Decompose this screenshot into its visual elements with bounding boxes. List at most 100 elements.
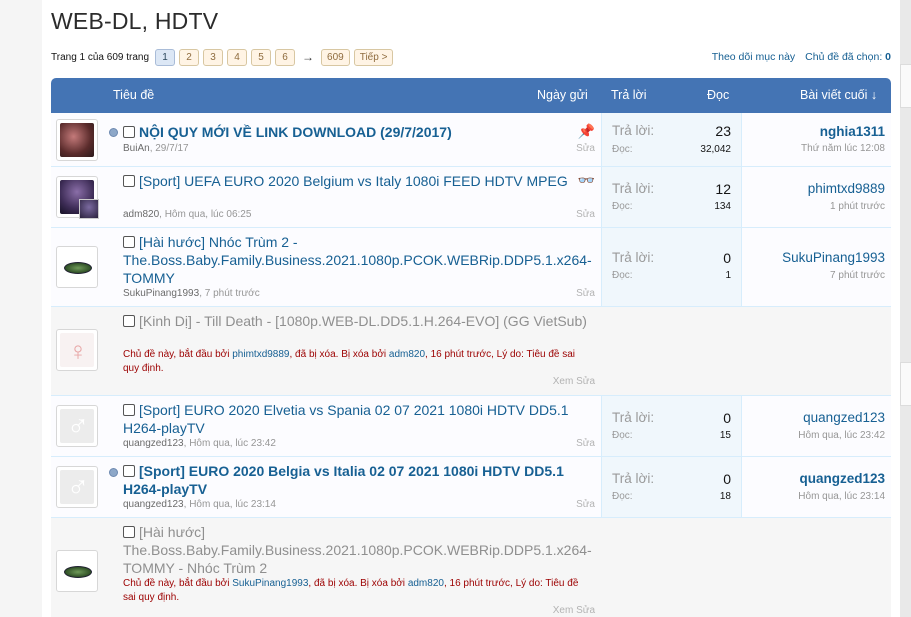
male-icon: ♂: [66, 471, 90, 504]
last-poster-link[interactable]: phimtxd9889: [808, 181, 885, 196]
next-page-button[interactable]: Tiếp >: [353, 48, 394, 66]
thread-start-date: 29/7/17: [155, 143, 189, 154]
avatar[interactable]: [56, 176, 99, 219]
views-label: Đọc:: [612, 491, 633, 502]
thread-select-checkbox[interactable]: [123, 404, 135, 416]
thread-row: NỘI QUY MỚI VỀ LINK DOWNLOAD (29/7/2017)…: [51, 113, 891, 167]
thread-select-checkbox[interactable]: [123, 526, 135, 538]
last-post-time-link[interactable]: Hôm qua, lúc 23:14: [798, 491, 885, 502]
replies-count: 0: [723, 410, 731, 426]
view-edit-links[interactable]: Xem Sửa: [553, 376, 595, 387]
edit-link[interactable]: Sửa: [576, 143, 595, 154]
last-poster-link[interactable]: quangzed123: [799, 471, 885, 486]
page-link-1[interactable]: 1: [155, 48, 176, 66]
sort-replies-link[interactable]: Trả lời: [611, 88, 647, 102]
views-count: 32,042: [700, 144, 731, 155]
thread-author-link[interactable]: quangzed123: [123, 438, 184, 449]
deleted-notice: Chủ đề này, bắt đầu bởi SukuPinang1993, …: [123, 578, 579, 603]
page-link-4[interactable]: 4: [227, 48, 248, 66]
edit-link[interactable]: Sửa: [576, 499, 595, 510]
last-poster-link[interactable]: SukuPinang1993: [782, 250, 885, 265]
thread-author-link[interactable]: BuiAn: [123, 143, 150, 154]
sort-title-link[interactable]: Tiêu đề: [113, 88, 154, 102]
avatar-mini: [79, 199, 99, 219]
deleter-link[interactable]: adm820: [389, 349, 425, 360]
replies-label: Trả lời:: [612, 471, 655, 486]
thread-starter-link[interactable]: SukuPinang1993: [232, 578, 308, 589]
replies-count: 0: [723, 250, 731, 266]
thread-title-link[interactable]: [Sport] UEFA EURO 2020 Belgium vs Italy …: [139, 173, 568, 189]
views-count: 1: [725, 270, 731, 281]
views-label: Đọc:: [612, 270, 633, 281]
thread-title-link[interactable]: NỘI QUY MỚI VỀ LINK DOWNLOAD (29/7/2017): [139, 124, 452, 140]
thread-title-link[interactable]: [Sport] EURO 2020 Elvetia vs Spania 02 0…: [123, 402, 569, 436]
last-poster-link[interactable]: quangzed123: [803, 410, 885, 425]
thread-start-date: Hôm qua, lúc 23:42: [189, 438, 276, 449]
thread-select-checkbox[interactable]: [123, 236, 135, 248]
avatar[interactable]: ♀: [56, 329, 98, 371]
thread-starter-link[interactable]: phimtxd9889: [232, 349, 289, 360]
replies-label: Trả lời:: [612, 250, 655, 265]
sticky-pin-icon: 📌: [577, 123, 595, 139]
last-post-time-link[interactable]: Thứ năm lúc 12:08: [801, 143, 885, 154]
replies-label: Trả lời:: [612, 181, 655, 196]
selected-threads-count: 0: [885, 51, 891, 63]
thread-title-link[interactable]: [Hài hước] The.Boss.Baby.Family.Business…: [123, 524, 592, 576]
views-count: 15: [719, 430, 731, 441]
last-post-time-link[interactable]: 1 phút trước: [830, 201, 885, 212]
last-poster-link[interactable]: nghia1311: [820, 124, 885, 139]
edit-link[interactable]: Sửa: [576, 288, 595, 299]
thread-row: [Sport] UEFA EURO 2020 Belgium vs Italy …: [51, 167, 891, 228]
thread-start-date: Hôm qua, lúc 06:25: [164, 209, 252, 220]
deleted-thread-row: [Hài hước] The.Boss.Baby.Family.Business…: [51, 518, 891, 617]
last-post-time-link[interactable]: 7 phút trước: [830, 270, 885, 281]
sort-last-post-link[interactable]: Bài viết cuối ↓: [800, 88, 877, 102]
views-label: Đọc:: [612, 430, 633, 441]
view-edit-links[interactable]: Xem Sửa: [553, 605, 595, 616]
page-link-6[interactable]: 6: [275, 48, 296, 66]
views-label: Đọc:: [612, 201, 633, 212]
thread-title-link[interactable]: [Kinh Dị] - Till Death - [1080p.WEB-DL.D…: [139, 313, 587, 329]
right-sidebar-edge: [900, 0, 911, 617]
avatar[interactable]: [56, 119, 98, 161]
thread-author-link[interactable]: SukuPinang1993: [123, 288, 199, 299]
avatar[interactable]: ♂: [56, 405, 98, 447]
sidebar-block: [900, 64, 911, 108]
avatar[interactable]: [56, 550, 98, 592]
page-link-2[interactable]: 2: [179, 48, 200, 66]
selected-threads-label: Chủ đề đã chọn:: [805, 51, 883, 63]
sort-date-link[interactable]: Ngày gửi: [537, 88, 588, 102]
thread-title-link[interactable]: [Sport] EURO 2020 Belgia vs Italia 02 07…: [123, 463, 564, 497]
thread-select-checkbox[interactable]: [123, 126, 135, 138]
page-link-last[interactable]: 609: [321, 48, 350, 66]
edit-link[interactable]: Sửa: [576, 209, 595, 220]
page-link-3[interactable]: 3: [203, 48, 224, 66]
arrow-right-icon: →: [302, 50, 315, 64]
deleter-link[interactable]: adm820: [408, 578, 444, 589]
avatar[interactable]: [56, 246, 98, 288]
thread-select-checkbox[interactable]: [123, 175, 135, 187]
replies-label: Trả lời:: [612, 410, 655, 425]
thread-select-checkbox[interactable]: [123, 315, 135, 327]
unread-icon[interactable]: [109, 468, 118, 477]
thread-author-link[interactable]: quangzed123: [123, 499, 184, 510]
thread-row: ♂ [Sport] EURO 2020 Belgia vs Italia 02 …: [51, 457, 891, 518]
thread-author-link[interactable]: adm820: [123, 209, 159, 220]
unread-icon[interactable]: [109, 128, 118, 137]
page-link-5[interactable]: 5: [251, 48, 272, 66]
thread-row: ♂ [Sport] EURO 2020 Elvetia vs Spania 02…: [51, 396, 891, 457]
page-navigation: Trang 1 của 609 trang 1 2 3 4 5 6 → 609 …: [51, 48, 394, 66]
thread-title-link[interactable]: [Hài hước] Nhóc Trùm 2 - The.Boss.Baby.F…: [123, 234, 592, 286]
female-icon: ♀: [68, 336, 88, 366]
thread-start-date: 7 phút trước: [204, 288, 260, 299]
selected-threads-link[interactable]: Chủ đề đã chọn: 0: [805, 51, 891, 63]
thread-list-header: Tiêu đề Ngày gửi Trả lời Đọc Bài viết cu…: [51, 78, 891, 113]
thread-select-checkbox[interactable]: [123, 465, 135, 477]
sort-views-link[interactable]: Đọc: [707, 88, 729, 102]
avatar[interactable]: ♂: [56, 466, 98, 508]
edit-link[interactable]: Sửa: [576, 438, 595, 449]
watch-forum-link[interactable]: Theo dõi mục này: [712, 51, 795, 63]
thread-start-date: Hôm qua, lúc 23:14: [189, 499, 276, 510]
last-post-time-link[interactable]: Hôm qua, lúc 23:42: [798, 430, 885, 441]
views-label: Đọc:: [612, 144, 633, 155]
